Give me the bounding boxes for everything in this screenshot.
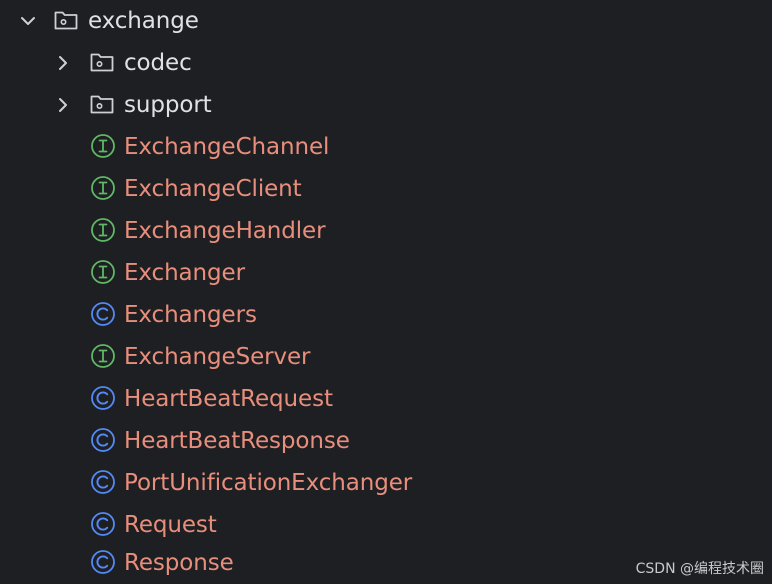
- interface-icon: [90, 259, 116, 285]
- tree-item-exchangeserver[interactable]: ExchangeServer: [0, 336, 772, 378]
- interface-icon: [90, 133, 116, 159]
- tree-item-request[interactable]: Request: [0, 504, 772, 546]
- tree-item-exchangers[interactable]: Exchangers: [0, 294, 772, 336]
- tree-item-heartbeatresponse[interactable]: HeartBeatResponse: [0, 420, 772, 462]
- interface-icon: [90, 217, 116, 243]
- tree-item-exchangechannel[interactable]: ExchangeChannel: [0, 126, 772, 168]
- tree-item-exchanger[interactable]: Exchanger: [0, 252, 772, 294]
- class-icon: [90, 301, 116, 327]
- tree-node-label: support: [124, 92, 212, 118]
- tree-node-codec[interactable]: codec: [0, 42, 772, 84]
- class-icon: [90, 427, 116, 453]
- chevron-down-icon[interactable]: [18, 11, 38, 31]
- class-icon: [90, 511, 116, 537]
- tree-item-label: Exchangers: [124, 302, 257, 328]
- class-icon: [90, 385, 116, 411]
- package-folder-icon: [89, 49, 115, 75]
- tree-item-label: HeartBeatRequest: [124, 386, 333, 412]
- tree-item-label: ExchangeChannel: [124, 134, 330, 160]
- tree-node-label: exchange: [88, 8, 199, 34]
- chevron-right-icon[interactable]: [53, 95, 73, 115]
- tree-item-heartbeatrequest[interactable]: HeartBeatRequest: [0, 378, 772, 420]
- tree-item-label: ExchangeClient: [124, 176, 302, 202]
- tree-item-label: ExchangeHandler: [124, 218, 326, 244]
- package-folder-icon: [89, 91, 115, 117]
- tree-node-label: codec: [124, 50, 192, 76]
- tree-node-support[interactable]: support: [0, 84, 772, 126]
- tree-item-label: Response: [124, 550, 234, 576]
- class-icon: [90, 469, 116, 495]
- tree-item-label: PortUnificationExchanger: [124, 470, 413, 496]
- tree-item-exchangeclient[interactable]: ExchangeClient: [0, 168, 772, 210]
- interface-icon: [90, 343, 116, 369]
- tree-item-label: ExchangeServer: [124, 344, 311, 370]
- class-icon: [90, 549, 116, 575]
- tree-item-portunificationexchanger[interactable]: PortUnificationExchanger: [0, 462, 772, 504]
- chevron-right-icon[interactable]: [53, 53, 73, 73]
- tree-item-label: Request: [124, 512, 217, 538]
- tree-item-exchangehandler[interactable]: ExchangeHandler: [0, 210, 772, 252]
- tree-node-exchange[interactable]: exchange: [0, 0, 772, 42]
- tree-item-label: Exchanger: [124, 260, 245, 286]
- tree-item-label: HeartBeatResponse: [124, 428, 350, 454]
- package-folder-icon: [53, 7, 79, 33]
- watermark: CSDN @编程技术圈: [635, 561, 764, 577]
- interface-icon: [90, 175, 116, 201]
